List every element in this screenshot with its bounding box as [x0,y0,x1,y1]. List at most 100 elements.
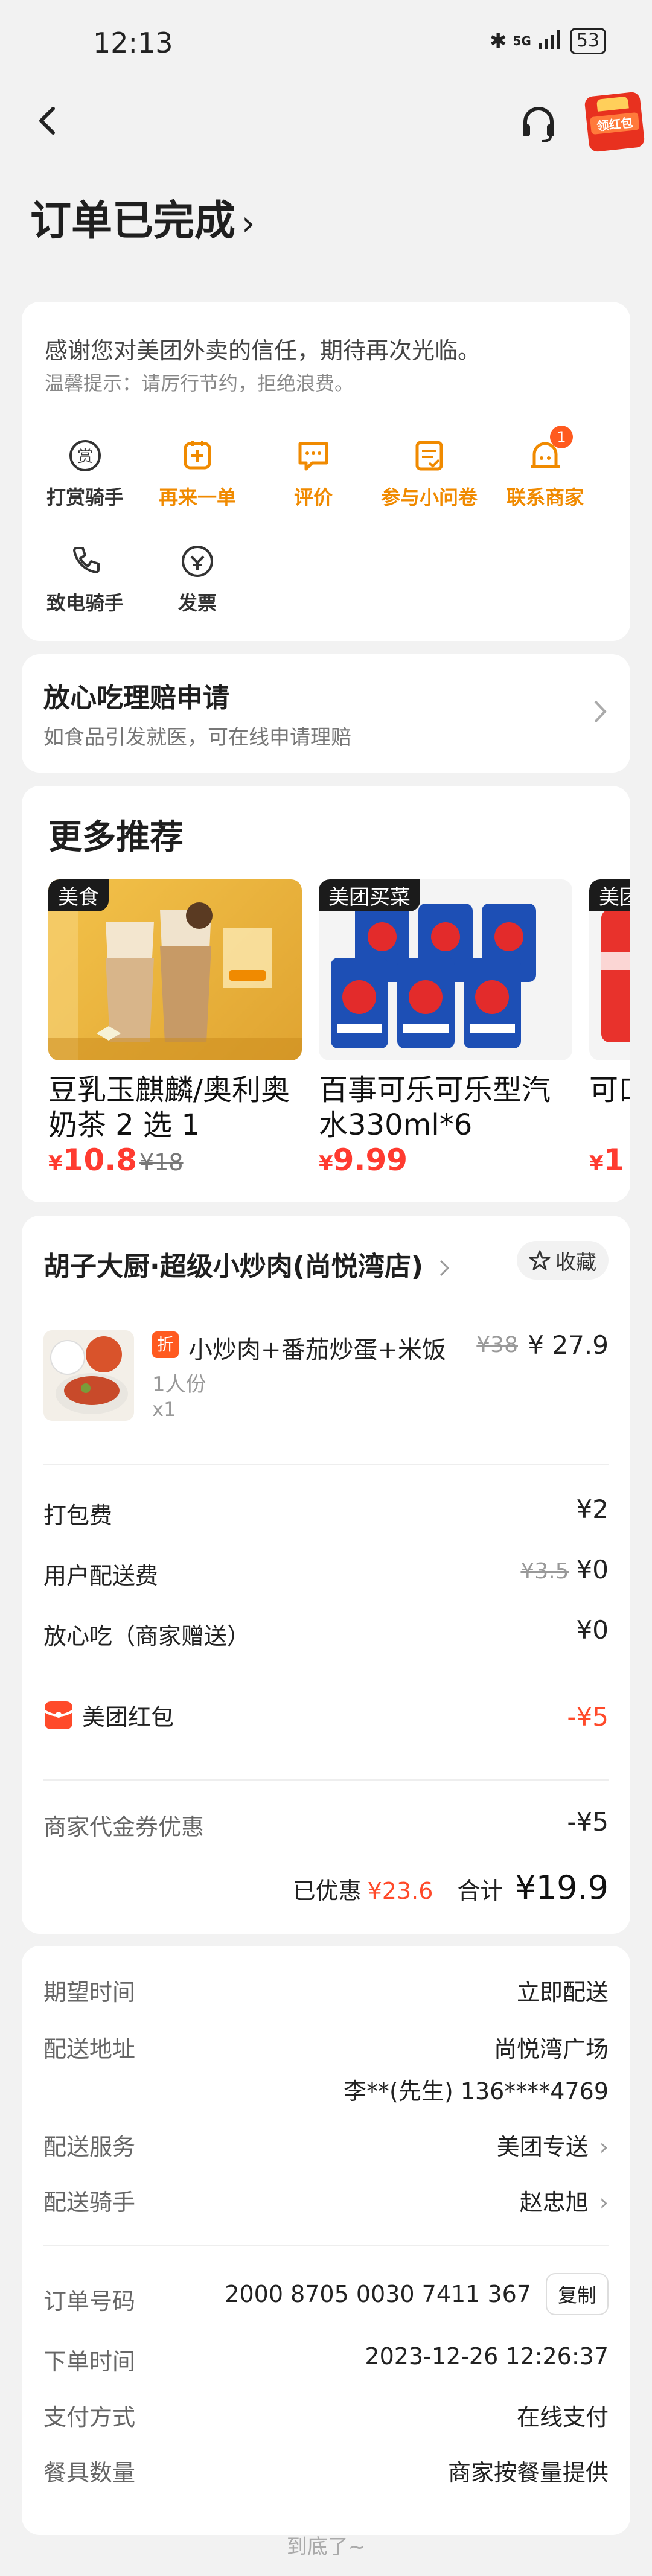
order-item[interactable]: 折 小炒肉+番茄炒蛋+米饭 1人份 x1 ¥38 ¥ 27.9 [43,1330,609,1427]
action-label: 评价 [293,486,333,509]
network-label: 5G [513,34,531,48]
coupon-label: 商家代金券优惠 [43,1814,205,1840]
info-label: 餐具数量 [43,2460,136,2486]
status-bar: 12:13 ✱ 5G 53 [0,0,652,84]
nav-bar: 领红包 [0,91,652,157]
invoice-icon [179,543,216,579]
item-image [43,1330,134,1421]
battery-icon: 53 [569,28,606,54]
item-price: ¥ 27.9 [528,1330,609,1360]
order-number: 2000 8705 0030 7411 367 [225,2281,531,2307]
product-price: ¥10.8 ¥18 [48,1143,302,1178]
address-line-1: 尚悦湾广场 [493,2036,609,2062]
price-value: 10.8 [62,1143,138,1178]
item-old-price: ¥38 [476,1333,518,1357]
recommend-item[interactable]: 美团 可口可乐箱装 ¥1 [589,879,630,1190]
fee-value: ¥2 [576,1494,609,1524]
action-review[interactable]: 评价 [262,438,365,510]
bluetooth-icon: ✱ [489,29,507,53]
action-label: 发票 [177,591,217,614]
redpacket-gift-icon [596,96,629,112]
product-name: 豆乳玉麒麟/奥利奥奶茶 2 选 1 [48,1073,290,1142]
claim-card[interactable]: 放心吃理赔申请 如食品引发就医，可在线申请理赔 [22,654,630,773]
chevron-right-icon: › [599,2134,609,2160]
total-label: 合计 [457,1878,503,1904]
info-label: 配送地址 [43,2036,136,2062]
action-reorder[interactable]: 再来一单 [146,438,249,510]
thanks-card: 感谢您对美团外卖的信任，期待再次光临。 温馨提示：请厉行节约，拒绝浪费。 赏 打… [22,302,630,641]
total-value: ¥19.9 [515,1869,609,1907]
fee-value: ¥0 [576,1615,609,1645]
action-call-rider[interactable]: 致电骑手 [34,543,136,616]
item-quantity: x1 [152,1398,176,1421]
fee-old-value: ¥3.5 [520,1559,569,1584]
call-rider-icon [67,543,103,579]
notification-badge: 1 [550,426,573,448]
fee-label: 用户配送费 [43,1563,159,1589]
fee-label: 放心吃（商家赠送） [43,1623,251,1650]
tip-icon: 赏 [67,438,103,474]
page-title[interactable]: 订单已完成 › [30,187,255,247]
survey-icon [411,438,447,474]
title-chevron-icon: › [241,204,255,243]
info-value: 2023-12-26 12:26:37 [365,2343,609,2370]
rider-link[interactable]: 赵忠旭 › [520,2184,609,2217]
action-tip-rider[interactable]: 赏 打赏骑手 [34,438,136,510]
product-price: ¥9.99 [319,1143,572,1178]
recommend-item[interactable]: 美团买菜 百事可乐可乐型汽水330ml*6 ¥9.99 [319,879,572,1190]
product-image: 美团买菜 [319,879,572,1060]
item-spec: 1人份 [152,1372,206,1397]
order-number-row: 2000 8705 0030 7411 367 复制 [225,2273,609,2315]
headset-icon [523,107,554,142]
info-value: 赵忠旭 [519,2189,589,2216]
product-tag: 美食 [48,879,109,911]
redpacket-entry[interactable]: 领红包 [584,91,645,153]
delivery-card: 期望时间 立即配送 配送地址 尚悦湾广场 李**(先生) 136****4769… [22,1946,630,2535]
product-image: 美团 [589,879,630,1060]
discount-tag: 折 [152,1331,179,1358]
recommend-item[interactable]: 美食 豆乳玉麒麟/奥利奥奶茶 2 选 1 ¥10.8 ¥18 [48,879,302,1190]
currency-symbol: ¥ [319,1152,333,1176]
info-label: 期望时间 [43,1979,136,2006]
signal-icon [537,29,564,54]
info-label: 配送服务 [43,2134,136,2160]
back-button[interactable] [30,103,66,139]
info-label: 配送骑手 [43,2189,136,2216]
action-contact-merchant[interactable]: 1 联系商家 [494,426,596,510]
thanks-message: 感谢您对美团外卖的信任，期待再次光临。 [45,337,481,364]
copy-button[interactable]: 复制 [545,2273,609,2315]
currency-symbol: ¥ [48,1152,63,1176]
customer-service-button[interactable] [518,103,559,144]
reorder-icon [179,438,216,474]
order-status-title: 订单已完成 [30,197,236,245]
fee-current-value: ¥0 [576,1555,609,1584]
divider [43,1779,609,1781]
action-invoice[interactable]: 发票 [146,543,249,616]
info-label: 支付方式 [43,2404,136,2431]
fee-label: 打包费 [43,1502,113,1529]
favorite-button[interactable]: 收藏 [517,1241,609,1280]
address-line-2: 李**(先生) 136****4769 [344,2078,609,2105]
saved-value: ¥23.6 [367,1878,433,1904]
saved-label: 已优惠 [292,1878,362,1904]
status-time: 12:13 [93,27,173,59]
recommend-card: 更多推荐 美食 豆乳玉麒麟/奥利奥奶茶 2 选 1 ¥10.8 ¥18 美团买菜… [22,786,630,1202]
store-name-link[interactable]: 胡子大厨·超级小炒肉(尚悦湾店) [43,1245,452,1283]
redpacket-text: 领红包 [589,112,640,135]
redpacket-value: -¥5 [567,1702,609,1732]
claim-subtitle: 如食品引发就医，可在线申请理赔 [43,725,351,750]
info-value: 美团专送 [496,2134,589,2160]
divider [43,1464,609,1465]
redpacket-icon [43,1701,74,1729]
product-image: 美食 [48,879,302,1060]
action-survey[interactable]: 参与小问卷 [378,438,481,510]
info-label: 订单号码 [43,2288,136,2315]
price-value: 1 [603,1143,625,1178]
redpacket-label: 美团红包 [82,1704,174,1730]
delivery-service-link[interactable]: 美团专送 › [497,2128,609,2161]
item-name: 小炒肉+番茄炒蛋+米饭 [188,1336,447,1364]
end-of-page-text: 到底了~ [286,2535,366,2559]
info-value: 商家按餐量提供 [447,2460,609,2486]
product-name: 百事可乐可乐型汽水330ml*6 [319,1073,551,1142]
divider [43,2245,609,2246]
